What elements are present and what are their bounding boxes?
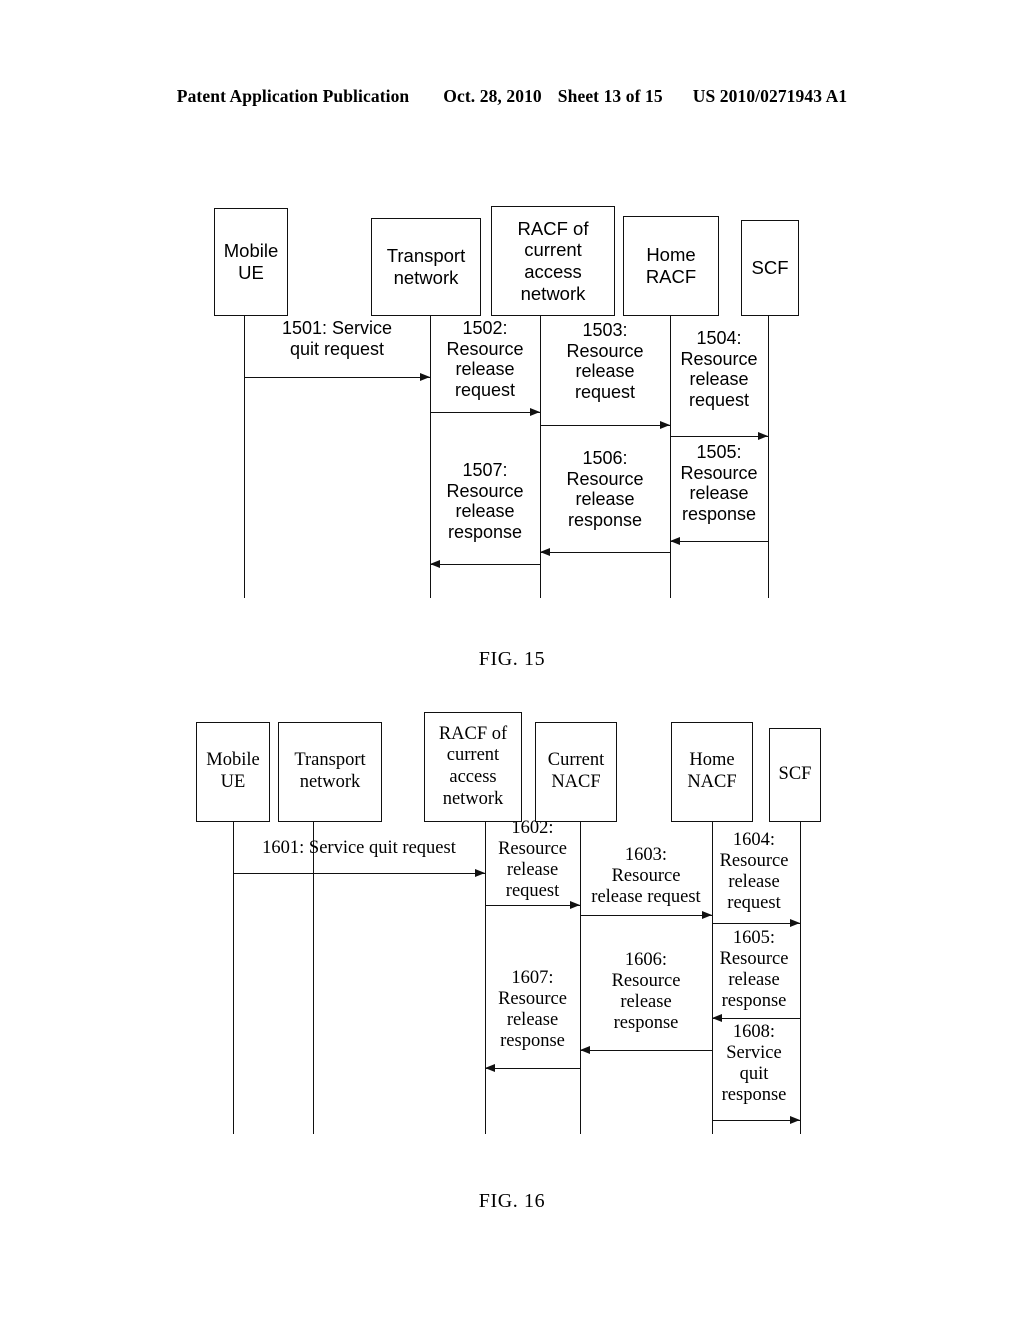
message-arrowhead-1501	[420, 372, 430, 381]
node-box-scf: SCF	[769, 728, 821, 822]
message-arrowhead-1605	[712, 1013, 722, 1022]
message-label-1506: 1506: Resource release response	[566, 448, 644, 530]
node-label: Home NACF	[687, 750, 737, 792]
node-label: Transport network	[386, 245, 466, 288]
message-label-1602: 1602: Resource release request	[498, 818, 567, 902]
node-box-scf: SCF	[741, 220, 799, 316]
node-label: Transport network	[294, 750, 366, 792]
message-arrowhead-1505	[670, 536, 680, 545]
message-arrowhead-1608	[790, 1115, 800, 1124]
message-line-1506	[540, 552, 670, 553]
message-label-1503: 1503: Resource release request	[566, 320, 644, 402]
message-label-1601: 1601: Service quit request	[262, 838, 456, 858]
message-arrowhead-1502	[530, 407, 540, 416]
message-label-1605: 1605: Resource release response	[719, 928, 789, 1012]
message-arrowhead-1507	[430, 559, 440, 568]
message-line-1503	[540, 425, 670, 426]
message-label-1603: 1603: Resource release request	[591, 845, 701, 908]
lifeline-mobile-ue	[233, 822, 234, 1134]
figure-caption-15: FIG. 15	[478, 648, 546, 670]
message-label-1608: 1608: Service quit response	[721, 1022, 787, 1106]
node-label: Home RACF	[645, 244, 697, 287]
node-box-transport-network: Transport network	[278, 722, 382, 822]
message-arrowhead-1603	[702, 910, 712, 919]
message-line-1501	[244, 377, 430, 378]
node-label: SCF	[778, 764, 812, 785]
node-label: SCF	[751, 257, 789, 279]
message-line-1607	[485, 1068, 580, 1069]
message-label-1504: 1504: Resource release request	[680, 328, 758, 410]
message-line-1603	[580, 915, 712, 916]
node-box-mobile-ue: Mobile UE	[196, 722, 270, 822]
message-label-1501: 1501: Service quit request	[281, 318, 393, 359]
message-arrowhead-1503	[660, 420, 670, 429]
message-line-1502	[430, 412, 540, 413]
node-label: RACF of current access network	[517, 217, 589, 304]
message-line-1606	[580, 1050, 712, 1051]
message-label-1607: 1607: Resource release response	[498, 968, 567, 1052]
node-label: Current NACF	[547, 750, 605, 792]
message-arrowhead-1607	[485, 1063, 495, 1072]
message-arrowhead-1606	[580, 1045, 590, 1054]
message-line-1601	[233, 873, 485, 874]
message-line-1608	[712, 1120, 800, 1121]
message-arrowhead-1506	[540, 547, 550, 556]
message-label-1604: 1604: Resource release request	[719, 830, 789, 914]
node-box-transport-network: Transport network	[371, 218, 481, 316]
message-arrowhead-1504	[758, 431, 768, 440]
node-label: RACF of current access network	[438, 723, 508, 809]
lifeline-transport-network	[313, 822, 314, 1134]
node-box-home-racf: Home RACF	[623, 216, 719, 316]
message-arrowhead-1601	[475, 868, 485, 877]
message-line-1604	[712, 923, 800, 924]
message-line-1602	[485, 905, 580, 906]
message-label-1507: 1507: Resource release response	[446, 460, 524, 542]
lifeline-scf	[800, 822, 801, 1134]
message-arrowhead-1604	[790, 918, 800, 927]
message-line-1507	[430, 564, 540, 565]
message-line-1605	[712, 1018, 800, 1019]
node-box-mobile-ue: Mobile UE	[214, 208, 288, 316]
message-label-1505: 1505: Resource release response	[680, 442, 758, 524]
figure-caption-16: FIG. 16	[478, 1190, 546, 1212]
node-label: Mobile UE	[223, 240, 279, 283]
node-box-racf-current-access-network: RACF of current access network	[491, 206, 615, 316]
message-arrowhead-1602	[570, 900, 580, 909]
node-box-racf-current-access-network: RACF of current access network	[424, 712, 522, 822]
node-label: Mobile UE	[206, 750, 260, 792]
node-box-current-nacf: Current NACF	[535, 722, 617, 822]
message-line-1504	[670, 436, 768, 437]
node-box-home-nacf: Home NACF	[671, 722, 753, 822]
message-label-1606: 1606: Resource release response	[611, 950, 681, 1034]
message-line-1505	[670, 541, 768, 542]
message-label-1502: 1502: Resource release request	[446, 318, 524, 400]
